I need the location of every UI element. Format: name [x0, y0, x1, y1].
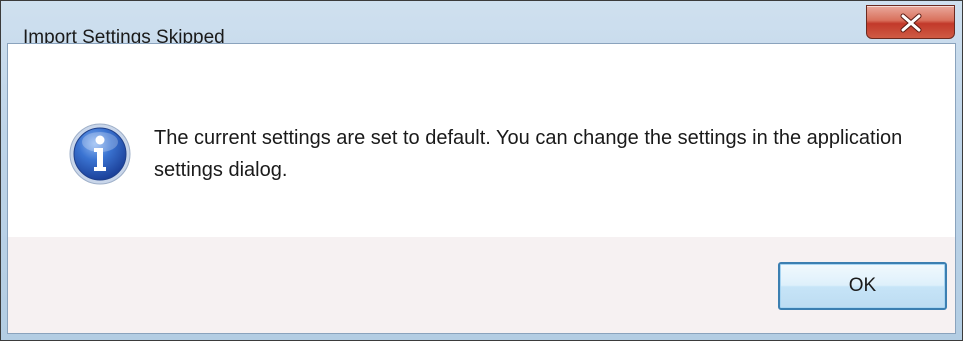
import-settings-dialog: Import Settings Skipped The current sett… [0, 0, 963, 341]
title-bar[interactable]: Import Settings Skipped [1, 1, 962, 47]
dialog-body: The current settings are set to default.… [7, 43, 956, 334]
message-area: The current settings are set to default.… [8, 44, 955, 237]
ok-button[interactable]: OK [778, 262, 947, 310]
button-bar: OK [8, 237, 955, 333]
dialog-message: The current settings are set to default.… [154, 127, 903, 181]
close-button[interactable] [866, 5, 955, 39]
information-icon [69, 123, 131, 185]
close-icon [900, 13, 922, 33]
